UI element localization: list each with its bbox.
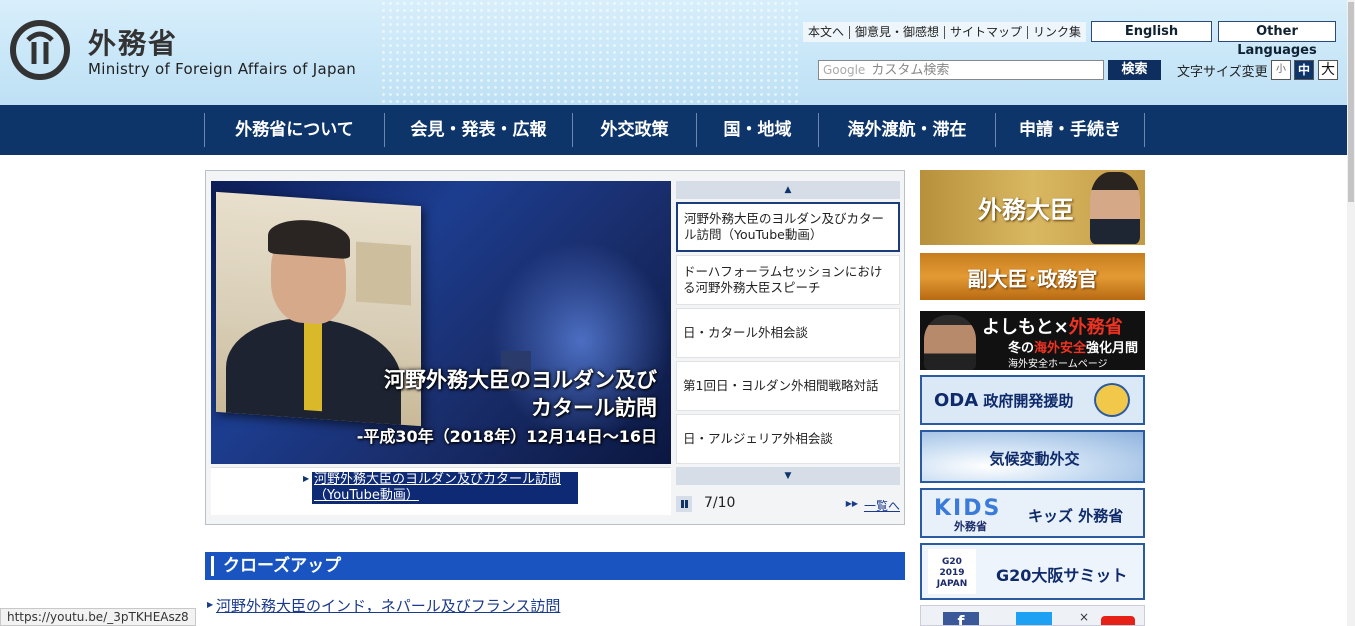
pause-icon[interactable] xyxy=(676,496,692,512)
slide-caption: 河野外務大臣のヨルダン及び カタール訪問 -平成30年（2018年）12月14日… xyxy=(357,366,657,449)
banner-g20[interactable]: G20 2019 JAPAN G20大阪サミット xyxy=(920,543,1145,600)
site-title-jp[interactable]: 外務省 xyxy=(88,22,178,62)
banner-climate[interactable]: 気候変動外交 xyxy=(920,430,1145,483)
yoshimoto-label-b: 外務省 xyxy=(1068,317,1123,338)
banner-minister[interactable]: 外務大臣 xyxy=(920,170,1145,245)
banner-yoshimoto-title: よしもと×外務省 xyxy=(982,313,1123,339)
carousel-item[interactable]: 日・アルジェリア外相会談 xyxy=(676,414,900,464)
slide-caption-line2: カタール訪問 xyxy=(531,396,657,420)
youtube-icon[interactable] xyxy=(1101,616,1135,625)
page-counter: 7/10 xyxy=(704,495,736,511)
closeup-link[interactable]: 河野外務大臣のインド，ネパール及びフランス訪問 xyxy=(216,595,560,616)
nav-procedures[interactable]: 申請・手続き xyxy=(995,113,1145,147)
news-carousel: 河野外務大臣のヨルダン及び カタール訪問 -平成30年（2018年）12月14日… xyxy=(205,170,905,525)
social-separator: × xyxy=(1079,610,1090,624)
kids-logo: KIDS 外務省 xyxy=(934,496,1001,533)
yoshimoto-sub-c: 強化月間 xyxy=(1086,341,1139,356)
banner-yoshimoto[interactable]: よしもと×外務省 冬の海外安全強化月間 海外安全ホームページ xyxy=(920,311,1145,370)
double-arrow-icon: ▶▶ xyxy=(845,499,858,508)
nav-travel[interactable]: 海外渡航・滞在 xyxy=(818,113,995,147)
facebook-icon[interactable]: f xyxy=(943,612,979,625)
closeup-title: クローズアップ xyxy=(223,556,342,576)
nav-about[interactable]: 外務省について xyxy=(204,113,384,147)
photo-hair xyxy=(268,217,350,260)
font-size-label: 文字サイズ変更 xyxy=(1177,65,1268,80)
photo-tie xyxy=(304,319,322,412)
oda-mascot-icon xyxy=(1094,383,1130,417)
nav-countries[interactable]: 国・地域 xyxy=(696,113,818,147)
photo-building xyxy=(356,241,411,306)
kids-logo-sub: 外務省 xyxy=(954,520,987,533)
search-input[interactable]: Google カスタム検索 xyxy=(818,60,1104,80)
triangle-down-icon: ▼ xyxy=(784,471,792,481)
view-all-link[interactable]: 一覧へ xyxy=(864,497,900,514)
oda-text: 政府開発援助 xyxy=(983,392,1074,410)
scrollbar-thumb[interactable] xyxy=(1348,2,1354,202)
site-title-en[interactable]: Ministry of Foreign Affairs of Japan xyxy=(88,60,356,78)
carousel-pager: 7/10 ▶▶ 一覧へ xyxy=(676,493,900,515)
other-languages-button[interactable]: Other Languages xyxy=(1218,21,1336,58)
banner-oda-label: ODA 政府開発援助 xyxy=(934,390,1073,411)
banner-kids[interactable]: KIDS 外務省 キッズ 外務省 xyxy=(920,488,1145,538)
carousel-thumb-list: ▲ 河野外務大臣のヨルダン及びカタール訪問（YouTube動画） ドーハフォーラ… xyxy=(676,181,900,485)
search-placeholder: カスタム検索 xyxy=(871,63,950,78)
carousel-item[interactable]: 日・カタール外相会談 xyxy=(676,308,900,358)
carousel-item[interactable]: ドーハフォーラムセッションにおける河野外務大臣スピーチ xyxy=(676,255,900,305)
comedian-portrait xyxy=(924,315,976,370)
banner-g20-label: G20大阪サミット xyxy=(996,566,1128,585)
carousel-item[interactable]: 河野外務大臣のヨルダン及びカタール訪問（YouTube動画） xyxy=(676,202,900,252)
utility-links: 本文へ 御意見・御感想 サイトマップ リンク集 xyxy=(803,22,1087,42)
font-size-medium-button[interactable]: 中 xyxy=(1294,60,1314,80)
util-link-main-content[interactable]: 本文へ xyxy=(803,25,851,39)
closeup-heading: クローズアップ xyxy=(205,552,905,580)
banner-kids-label: キッズ 外務省 xyxy=(1028,507,1124,525)
slide-link[interactable]: 河野外務大臣のヨルダン及びカタール訪問（YouTube動画） xyxy=(312,472,578,504)
banner-climate-label: 気候変動外交 xyxy=(989,450,1080,468)
font-size-small-button[interactable]: 小 xyxy=(1271,60,1291,80)
util-link-sitemap[interactable]: サイトマップ xyxy=(945,25,1029,39)
carousel-item[interactable]: 第1回日・ヨルダン外相間戦略対話 xyxy=(676,361,900,411)
scroll-up-button[interactable]: ▲ xyxy=(676,181,900,199)
banner-yoshimoto-small: 海外安全ホームページ xyxy=(1008,359,1108,370)
yoshimoto-sub-b: 海外安全 xyxy=(1034,341,1087,356)
slide-image[interactable]: 河野外務大臣のヨルダン及び カタール訪問 -平成30年（2018年）12月14日… xyxy=(211,181,671,464)
banner-vice-label: 副大臣･政務官 xyxy=(967,267,1098,291)
yoshimoto-sub-a: 冬の xyxy=(1008,341,1035,356)
slide-caption-date: -平成30年（2018年）12月14日～16日 xyxy=(356,427,657,446)
site-header: 外務省 Ministry of Foreign Affairs of Japan… xyxy=(0,0,1355,105)
status-bar-url: https://youtu.be/_3pTKHEAsz8 xyxy=(0,608,196,626)
slide-link-area: ▶ 河野外務大臣のヨルダン及びカタール訪問（YouTube動画） xyxy=(211,467,671,515)
slide-caption-line1: 河野外務大臣のヨルダン及び xyxy=(384,368,657,392)
yoshimoto-label-x: × xyxy=(1053,317,1069,338)
search-button[interactable]: 検索 xyxy=(1108,60,1161,80)
heading-bar xyxy=(211,556,214,576)
g20-logo: G20 2019 JAPAN xyxy=(928,549,976,594)
mofa-logo-icon[interactable] xyxy=(10,20,70,80)
google-logo: Google xyxy=(823,63,866,77)
banner-oda[interactable]: ODA 政府開発援助 xyxy=(920,375,1145,425)
arrow-right-icon: ▶ xyxy=(207,600,214,609)
font-size-large-button[interactable]: 大 xyxy=(1318,60,1338,80)
english-button[interactable]: English xyxy=(1091,21,1212,42)
oda-abbr: ODA xyxy=(934,390,979,411)
util-link-feedback[interactable]: 御意見・御感想 xyxy=(850,25,946,39)
arrow-right-icon: ▶ xyxy=(303,474,310,483)
minister-portrait xyxy=(1090,172,1140,244)
page-scrollbar[interactable] xyxy=(1347,0,1355,626)
yoshimoto-label-a: よしもと xyxy=(982,317,1054,338)
global-nav: 外務省について 会見・発表・広報 外交政策 国・地域 海外渡航・滞在 申請・手続… xyxy=(0,105,1355,155)
banner-vice-minister[interactable]: 副大臣･政務官 xyxy=(920,250,1145,300)
nav-policy[interactable]: 外交政策 xyxy=(572,113,696,147)
util-link-links[interactable]: リンク集 xyxy=(1028,25,1086,39)
triangle-up-icon: ▲ xyxy=(784,185,792,195)
social-links: f × xyxy=(920,605,1145,626)
nav-press[interactable]: 会見・発表・広報 xyxy=(384,113,572,147)
twitter-icon[interactable] xyxy=(1016,612,1052,625)
banner-yoshimoto-sub: 冬の海外安全強化月間 xyxy=(1008,337,1138,356)
banner-minister-label: 外務大臣 xyxy=(978,196,1074,224)
scroll-down-button[interactable]: ▼ xyxy=(676,467,900,485)
world-map-decoration xyxy=(380,0,800,105)
